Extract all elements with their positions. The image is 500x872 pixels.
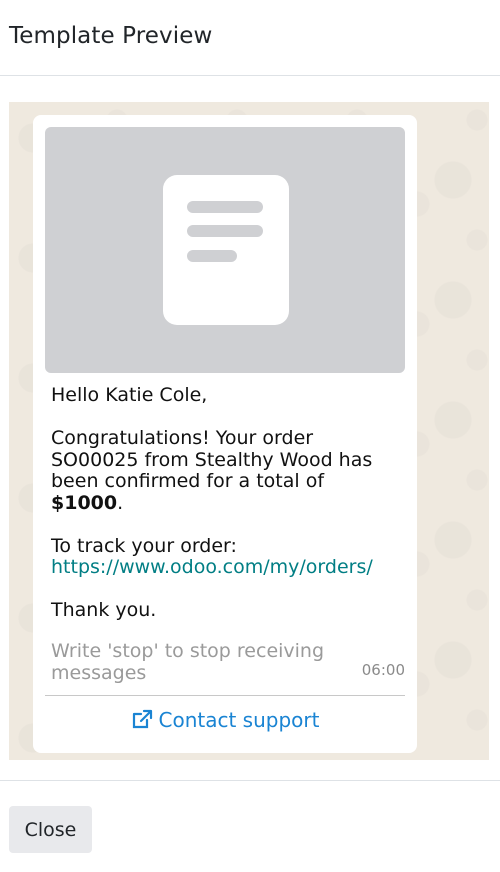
button-divider	[45, 695, 405, 696]
tracking-link[interactable]: https://www.odoo.com/my/orders/	[51, 556, 373, 578]
external-link-icon	[132, 709, 152, 729]
greeting-text: Hello Katie Cole,	[51, 384, 208, 406]
confirmation-text: Congratulations! Your order SO00025 from…	[51, 427, 373, 514]
contact-support-label: Contact support	[158, 708, 320, 732]
media-placeholder	[45, 127, 405, 373]
message-bubble: Hello Katie Cole, Congratulations! Your …	[33, 115, 417, 753]
message-footer: Write 'stop' to stop receiving messages	[51, 640, 325, 684]
template-preview-dialog: Template Preview Hello Katie Cole, Congr…	[0, 0, 500, 872]
close-button[interactable]: Close	[9, 806, 92, 853]
tracking-paragraph: To track your order: https://www.odoo.com…	[51, 534, 401, 579]
chat-preview-area: Hello Katie Cole, Congratulations! Your …	[9, 102, 489, 760]
message-body: Hello Katie Cole, Congratulations! Your …	[51, 384, 401, 643]
dialog-title: Template Preview	[9, 23, 213, 49]
tracking-label: To track your order:	[51, 534, 237, 557]
dialog-footer: Close	[0, 780, 500, 872]
thanks-text: Thank you.	[51, 599, 157, 621]
contact-support-button[interactable]: Contact support	[33, 707, 417, 733]
dialog-header: Template Preview	[0, 0, 500, 76]
message-time: 06:00	[361, 661, 405, 679]
document-icon	[163, 175, 289, 325]
order-total: $1000	[51, 491, 118, 514]
